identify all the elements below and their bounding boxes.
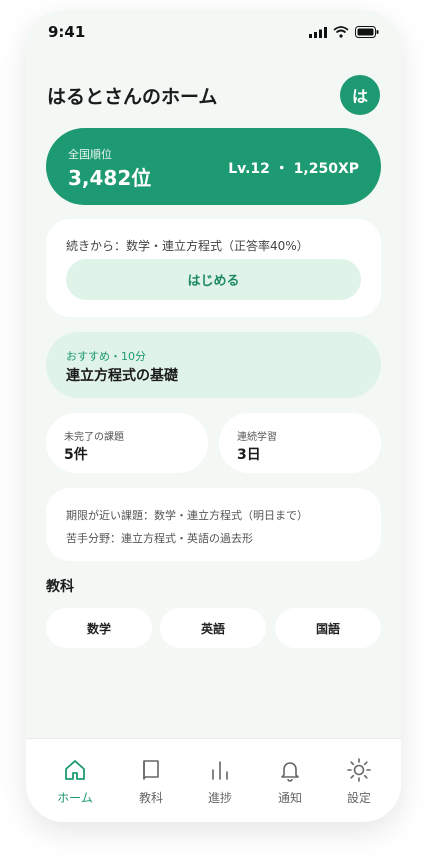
home-icon [62,757,88,783]
battery-icon [355,26,379,38]
notice-weak-area: 苦手分野：連立方程式・英語の過去形 [66,532,253,545]
level-xp: Lv.12 ・ 1,250XP [228,161,359,177]
phone-screen: 9:41 はるとさんのホーム は 全国順位 3,482位 Lv.12 ・ 1,2… [26,10,401,822]
page-title: はるとさんのホーム [47,86,218,108]
avatar[interactable]: は [340,75,380,115]
tab-label: 通知 [277,791,302,805]
notice-deadline: 期限が近い課題：数学・連立方程式（明日まで） [66,509,308,522]
tab-label: ホーム [57,791,93,805]
rank-value: 3,482位 [68,166,152,190]
stat-label: 未完了の課題 [64,432,124,443]
tab-label: 教科 [138,791,163,805]
continue-text: 続きから：数学・連立方程式（正答率40%） [66,239,309,253]
tab-progress[interactable]: 進捗 [190,757,250,806]
stat-card-streak[interactable]: 連続学習 3日 [219,413,381,473]
recommendation-title: 連立方程式の基礎 [66,368,178,384]
stat-label: 連続学習 [237,432,277,443]
subject-chip-math[interactable]: 数学 [46,608,152,648]
continue-card: 続きから：数学・連立方程式（正答率40%） はじめる [46,219,381,317]
tab-bar: ホーム 教科 進捗 通知 設定 [26,738,401,822]
tab-label: 進捗 [207,791,232,805]
wifi-icon [333,26,349,38]
tab-subjects[interactable]: 教科 [121,757,181,806]
signal-icon [309,26,327,38]
stat-value: 5件 [64,447,88,463]
status-time: 9:41 [48,23,86,41]
subject-chip-japanese[interactable]: 国語 [275,608,381,648]
stat-value: 3日 [237,447,261,463]
tab-settings[interactable]: 設定 [329,757,389,806]
tab-home[interactable]: ホーム [45,757,105,806]
bell-icon [277,757,303,783]
subjects-section-title: 教科 [46,579,74,595]
recommendation-card[interactable]: おすすめ・10分 連立方程式の基礎 [46,332,381,398]
tab-label: 設定 [346,791,371,805]
rank-card: 全国順位 3,482位 Lv.12 ・ 1,250XP [46,128,381,205]
tab-notifications[interactable]: 通知 [260,757,320,806]
gear-icon [346,757,372,783]
start-button[interactable]: はじめる [66,259,361,300]
book-icon [138,757,164,783]
status-bar: 9:41 [26,10,401,54]
bar-chart-icon [207,757,233,783]
notice-card: 期限が近い課題：数学・連立方程式（明日まで） 苦手分野：連立方程式・英語の過去形 [46,488,381,561]
subject-chip-english[interactable]: 英語 [160,608,266,648]
stat-card-pending-tasks[interactable]: 未完了の課題 5件 [46,413,208,473]
rank-label: 全国順位 [68,148,112,161]
status-icons [309,26,379,38]
recommendation-tag: おすすめ・10分 [66,350,146,363]
